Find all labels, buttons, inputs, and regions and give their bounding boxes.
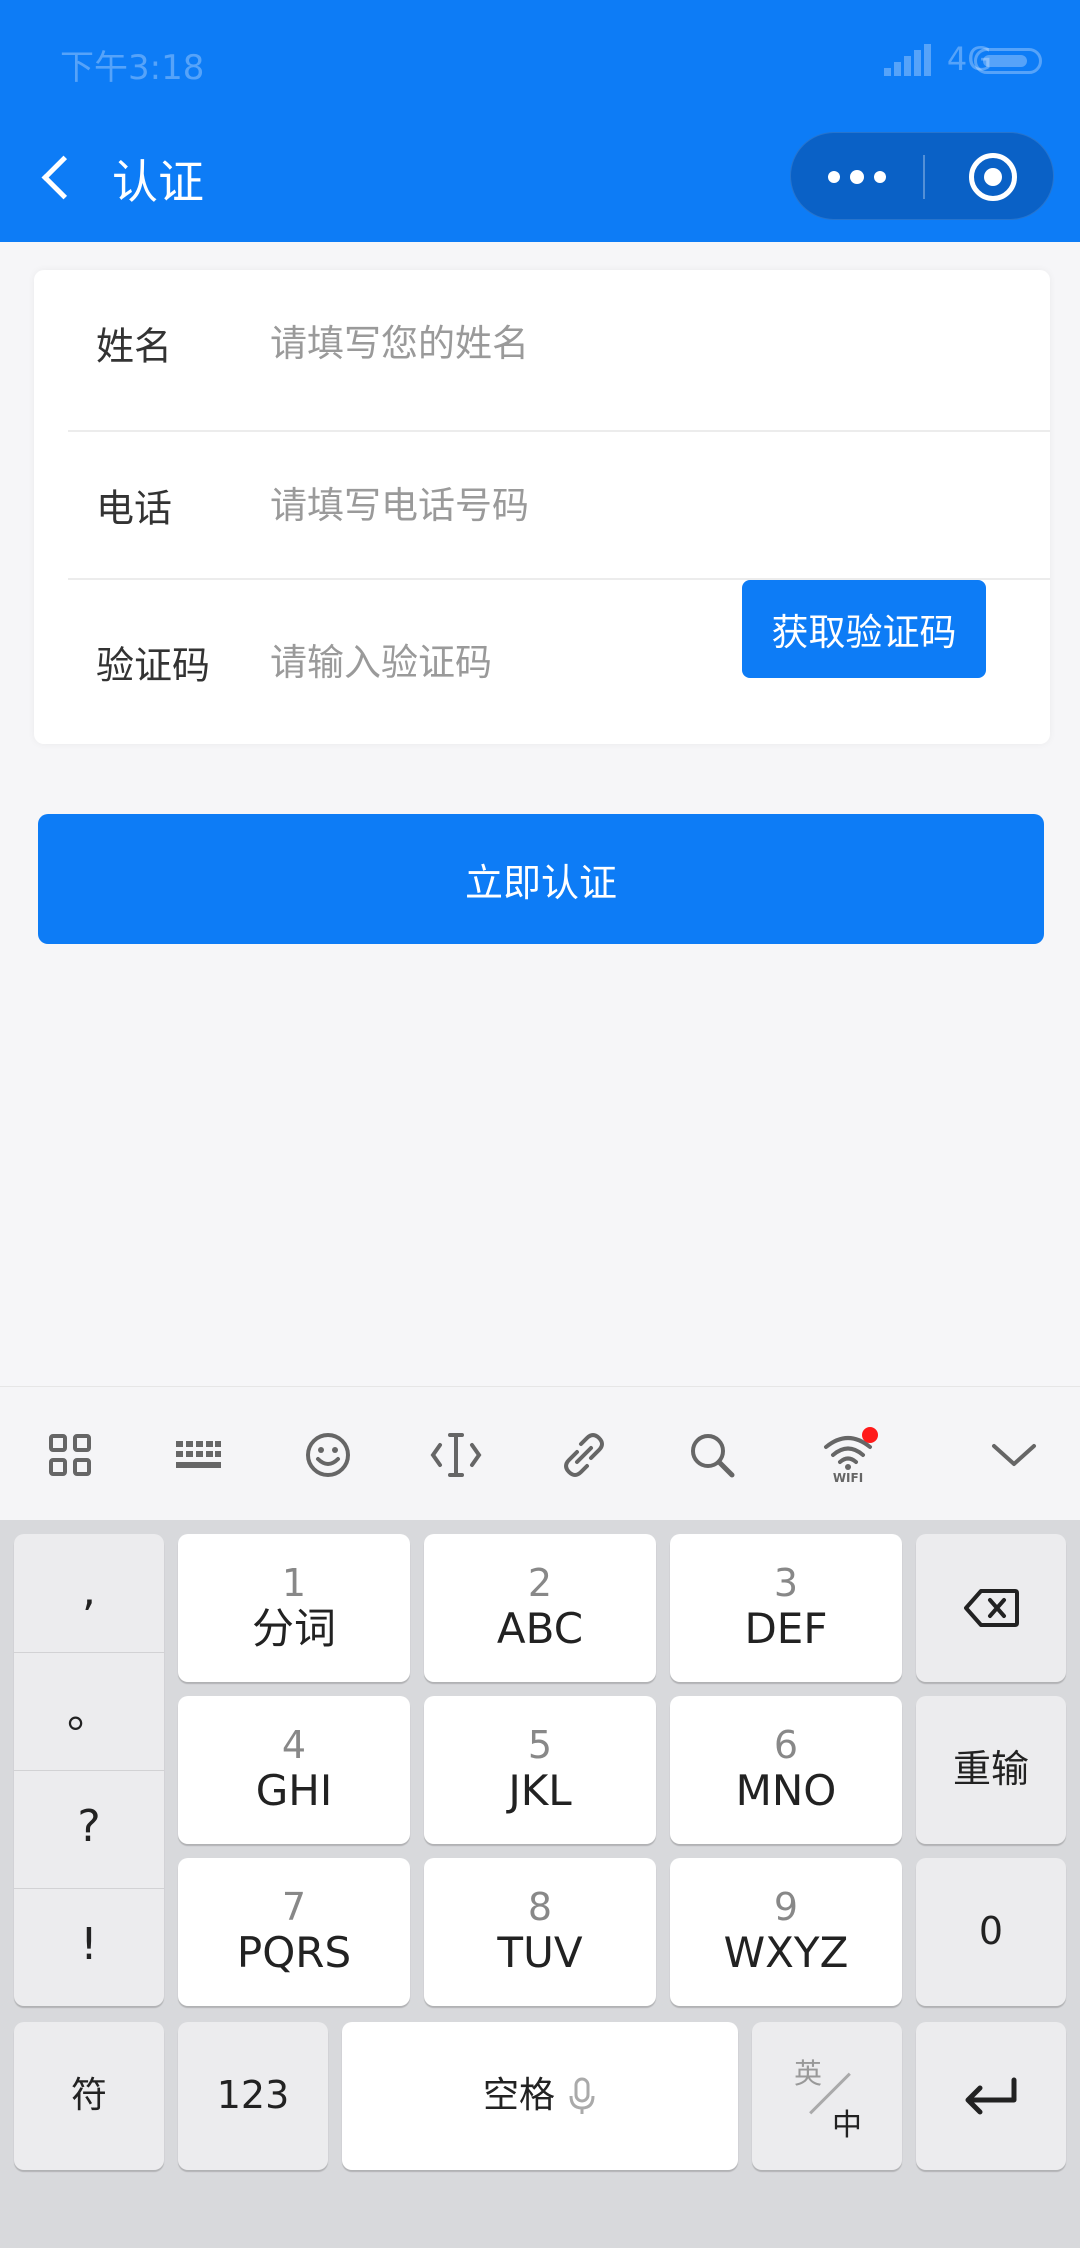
- form-card: 姓名 电话 验证码 获取验证码: [34, 270, 1050, 744]
- numbers-key[interactable]: 123: [178, 2022, 328, 2170]
- capsule-divider: [923, 155, 925, 199]
- space-key[interactable]: 空格: [342, 2022, 738, 2170]
- punctuation-column: , 。 ? !: [14, 1534, 164, 2006]
- code-label: 验证码: [96, 643, 211, 688]
- svg-text:WIFI: WIFI: [833, 1471, 863, 1485]
- search-icon[interactable]: [672, 1415, 752, 1495]
- retype-key[interactable]: 重输: [916, 1696, 1066, 1844]
- backspace-key[interactable]: [916, 1534, 1066, 1682]
- close-miniprogram-icon[interactable]: [969, 153, 1017, 201]
- name-input[interactable]: [270, 311, 770, 375]
- phone-row: 电话: [34, 432, 1050, 578]
- key-0[interactable]: 0: [916, 1858, 1066, 2006]
- key-8[interactable]: 8 TUV: [424, 1858, 656, 2006]
- top-bar: 下午3:18 4G 认证: [0, 0, 1080, 242]
- signal-icon: [884, 44, 931, 76]
- get-code-button[interactable]: 获取验证码: [742, 580, 986, 678]
- enter-key[interactable]: [916, 2022, 1066, 2170]
- more-icon[interactable]: [791, 133, 923, 221]
- back-icon[interactable]: [34, 148, 80, 212]
- key-4[interactable]: 4 GHI: [178, 1696, 410, 1844]
- punct-exclaim-key[interactable]: !: [14, 1888, 164, 2000]
- key-7[interactable]: 7 PQRS: [178, 1858, 410, 2006]
- language-switch-key[interactable]: 英 中: [752, 2022, 902, 2170]
- symbols-key[interactable]: 符: [14, 2022, 164, 2170]
- cursor-move-icon[interactable]: [416, 1415, 496, 1495]
- keyboard-toolbar: WIFI: [0, 1386, 1080, 1520]
- key-6[interactable]: 6 MNO: [670, 1696, 902, 1844]
- lang-en-label: 英: [794, 2057, 823, 2090]
- key-9[interactable]: 9 WXYZ: [670, 1858, 902, 2006]
- key-5[interactable]: 5 JKL: [424, 1696, 656, 1844]
- name-label: 姓名: [96, 324, 173, 369]
- status-time: 下午3:18: [60, 48, 205, 88]
- enter-icon: [965, 2077, 1017, 2115]
- emoji-icon[interactable]: [288, 1415, 368, 1495]
- name-row: 姓名: [34, 270, 1050, 416]
- keyboard-layout-icon[interactable]: [158, 1415, 238, 1495]
- phone-label: 电话: [96, 486, 173, 531]
- battery-icon: [974, 48, 1042, 74]
- backspace-icon: [964, 1589, 1019, 1627]
- key-3[interactable]: 3 DEF: [670, 1534, 902, 1682]
- key-2[interactable]: 2 ABC: [424, 1534, 656, 1682]
- grid-menu-icon[interactable]: [30, 1415, 110, 1495]
- page-title: 认证: [112, 155, 204, 209]
- chevron-down-icon[interactable]: [974, 1415, 1054, 1495]
- status-bar: 下午3:18 4G: [0, 0, 1080, 124]
- code-input[interactable]: [270, 630, 710, 694]
- lang-zh-label: 中: [832, 2108, 862, 2143]
- keyboard: , 。 ? ! 1 分词 2 ABC 3 DEF 4 GHI 5 JKL 6 M…: [0, 1520, 1080, 2248]
- code-row: 验证码 获取验证码: [34, 580, 1050, 744]
- wifi-icon[interactable]: WIFI: [808, 1415, 888, 1495]
- key-1[interactable]: 1 分词: [178, 1534, 410, 1682]
- punct-comma-key[interactable]: ,: [14, 1534, 164, 1646]
- nav-bar: 认证: [0, 124, 1080, 242]
- microphone-icon: [569, 2077, 595, 2114]
- punct-question-key[interactable]: ?: [14, 1770, 164, 1882]
- miniprogram-capsule: [790, 132, 1054, 220]
- phone-input[interactable]: [270, 473, 770, 537]
- clipboard-link-icon[interactable]: [544, 1415, 624, 1495]
- punct-period-key[interactable]: 。: [14, 1652, 164, 1764]
- verify-now-button[interactable]: 立即认证: [38, 814, 1044, 944]
